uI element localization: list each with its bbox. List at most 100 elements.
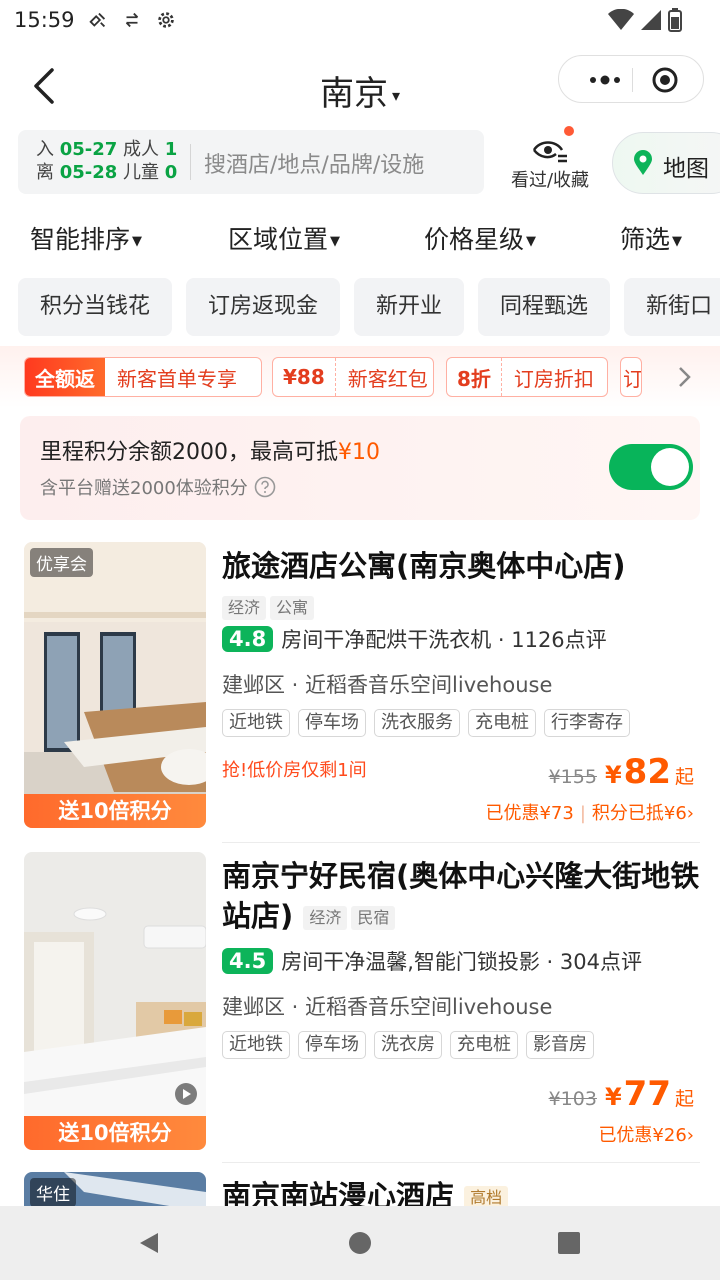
currency-symbol: ¥ bbox=[604, 1083, 622, 1111]
hotel-card[interactable]: 送10倍积分 南京宁好民宿(奥体中心兴隆大街地铁站店) 经济 民宿 4.5 房间干… bbox=[0, 852, 720, 1162]
satellite-icon bbox=[88, 12, 105, 28]
discount-info[interactable]: 已优惠¥73 | 积分已抵¥6› bbox=[485, 799, 694, 825]
checkin-label: 入 bbox=[36, 139, 54, 160]
coupon-red-packet[interactable]: ¥88 新客红包 bbox=[272, 357, 434, 397]
facility-tag: 近地铁 bbox=[222, 709, 290, 737]
nav-recents-icon[interactable] bbox=[556, 1230, 582, 1256]
caret-down-icon: ▼ bbox=[672, 233, 683, 249]
quick-tag[interactable]: 新街口 bbox=[624, 278, 720, 336]
current-price: ¥82 bbox=[605, 752, 671, 792]
coupon-partial[interactable]: 订 bbox=[620, 357, 642, 397]
chevron-right-icon: › bbox=[686, 1125, 694, 1146]
coupon-desc: 新客红包 bbox=[347, 366, 428, 391]
header: 南京 ▾ bbox=[0, 50, 720, 126]
quick-tag[interactable]: 积分当钱花 bbox=[18, 278, 173, 336]
grade-tag: 经济 bbox=[303, 906, 348, 930]
caret-down-icon: ▼ bbox=[132, 233, 143, 249]
coupon-discount[interactable]: 8折 订房折扣 bbox=[446, 357, 608, 397]
hotel-card[interactable]: 优享会 送10倍积分 旅途酒店公寓(南京奥体中心店) 经济 公寓 4.8 房间干净配… bbox=[0, 542, 720, 842]
coupon-desc: 新客首单专享 bbox=[117, 366, 237, 391]
hotel-name-text: 南京宁好民宿(奥体中心兴隆大街地铁站店) bbox=[222, 859, 700, 933]
review-summary: 房间干净配烘干洗衣机 · 1126点评 bbox=[281, 628, 607, 652]
facility-tag: 行李寄存 bbox=[544, 709, 630, 737]
signal-icon bbox=[641, 10, 661, 30]
currency-symbol: ¥ bbox=[604, 761, 622, 789]
history-favorites-button[interactable]: 看过/收藏 bbox=[500, 126, 600, 196]
system-nav-bar bbox=[0, 1206, 720, 1280]
hotel-name[interactable]: 南京南站漫心酒店 高档 bbox=[222, 1176, 702, 1206]
grade-tag: 经济 bbox=[222, 596, 267, 620]
map-button[interactable]: 地图 bbox=[612, 132, 720, 194]
points-main-text: 里程积分余额2000，最高可抵¥10 bbox=[40, 434, 380, 466]
adult-count: 1 bbox=[164, 139, 178, 160]
facility-tags: 近地铁 停车场 洗衣房 充电桩 影音房 bbox=[222, 1031, 594, 1059]
points-toggle[interactable] bbox=[609, 444, 693, 490]
hotel-image[interactable]: 送10倍积分 bbox=[24, 852, 206, 1150]
caret-down-icon: ▼ bbox=[526, 233, 537, 249]
sort-area[interactable]: 区域位置 ▼ bbox=[228, 220, 340, 256]
score-badge: 4.8 bbox=[222, 626, 274, 652]
sort-smart[interactable]: 智能排序 ▼ bbox=[30, 220, 142, 256]
coupon-tag: 8折 bbox=[447, 358, 502, 396]
city-name: 南京 bbox=[319, 74, 388, 114]
coupon-desc: 订房折扣 bbox=[513, 366, 594, 391]
original-price: ¥103 bbox=[548, 1088, 597, 1110]
toggle-knob bbox=[651, 448, 689, 486]
type-tag: 民宿 bbox=[351, 906, 396, 930]
discount-info[interactable]: 已优惠¥26› bbox=[598, 1121, 694, 1147]
card-divider bbox=[222, 842, 700, 843]
search-bar[interactable]: 入 05-27 成人 1 离 05-28 儿童 0 搜酒店/地点/品牌/设施 bbox=[18, 130, 484, 194]
hotel-name[interactable]: 旅途酒店公寓(南京奥体中心店) 经济 公寓 bbox=[222, 546, 702, 626]
points-sub-text: 含平台赠送2000体验积分 bbox=[40, 474, 276, 500]
notification-dot bbox=[564, 126, 574, 136]
battery-icon bbox=[668, 8, 682, 32]
close-target-icon[interactable] bbox=[651, 66, 679, 94]
map-label: 地图 bbox=[663, 156, 709, 182]
rating-row: 4.8 房间干净配烘干洗衣机 · 1126点评 bbox=[222, 624, 607, 654]
price-suffix: 起 bbox=[674, 1088, 694, 1110]
map-pin-icon bbox=[634, 150, 652, 175]
hotel-image[interactable]: 优享会 送10倍积分 bbox=[24, 542, 206, 828]
type-tag: 公寓 bbox=[270, 596, 315, 620]
hotel-image[interactable]: 华住 bbox=[24, 1172, 206, 1206]
quick-tag[interactable]: 订房返现金 bbox=[186, 278, 341, 336]
review-summary: 房间干净温馨,智能门锁投影 · 304点评 bbox=[281, 950, 642, 974]
facility-tag: 停车场 bbox=[298, 1031, 366, 1059]
nav-home-icon[interactable] bbox=[347, 1230, 373, 1256]
coupon-full-refund[interactable]: 全额返 新客首单专享 bbox=[24, 357, 262, 397]
points-banner: 送10倍积分 bbox=[24, 794, 206, 828]
discount-separator: | bbox=[579, 803, 586, 824]
checkin-date: 05-27 bbox=[59, 139, 118, 160]
hotel-name[interactable]: 南京宁好民宿(奥体中心兴隆大街地铁站店) 经济 民宿 bbox=[222, 856, 702, 936]
more-icon[interactable] bbox=[581, 66, 629, 94]
help-icon[interactable] bbox=[254, 476, 276, 498]
rating-row: 4.5 房间干净温馨,智能门锁投影 · 304点评 bbox=[222, 946, 642, 976]
coupon-desc: 订 bbox=[623, 366, 642, 391]
video-play-icon[interactable] bbox=[174, 1082, 198, 1106]
search-input[interactable]: 搜酒店/地点/品牌/设施 bbox=[204, 147, 424, 179]
location-text: 建邺区 · 近稻香音乐空间livehouse bbox=[222, 995, 553, 1019]
capsule-divider bbox=[632, 68, 633, 92]
points-deduct-text: 积分已抵¥6 bbox=[591, 803, 687, 824]
facility-tag: 洗衣服务 bbox=[374, 709, 460, 737]
facility-tags: 近地铁 停车场 洗衣服务 充电桩 行李寄存 bbox=[222, 709, 630, 737]
history-label: 看过/收藏 bbox=[510, 170, 590, 191]
settings-icon bbox=[157, 12, 174, 28]
sort-filter[interactable]: 筛选 ▼ bbox=[620, 220, 682, 256]
sort-label: 筛选 bbox=[620, 225, 671, 254]
quick-tag[interactable]: 同程甄选 bbox=[478, 278, 611, 336]
adult-label: 成人 bbox=[123, 139, 160, 160]
hotel-card[interactable]: 华住 南京南站漫心酒店 高档 bbox=[0, 1172, 720, 1206]
location-text: 建邺区 · 近稻香音乐空间livehouse bbox=[222, 673, 553, 697]
nav-back-icon[interactable] bbox=[136, 1230, 162, 1256]
caret-down-icon: ▾ bbox=[391, 86, 401, 105]
facility-tag: 充电桩 bbox=[468, 709, 536, 737]
member-badge: 优享会 bbox=[30, 548, 93, 577]
date-guest-selector[interactable]: 入 05-27 成人 1 离 05-28 儿童 0 bbox=[36, 138, 177, 184]
card-divider bbox=[222, 1162, 700, 1163]
quick-tag[interactable]: 新开业 bbox=[354, 278, 465, 336]
sort-price-star[interactable]: 价格星级 ▼ bbox=[424, 220, 536, 256]
price-suffix: 起 bbox=[674, 766, 694, 788]
sort-label: 区域位置 bbox=[228, 225, 329, 254]
chevron-right-icon[interactable] bbox=[672, 362, 696, 392]
